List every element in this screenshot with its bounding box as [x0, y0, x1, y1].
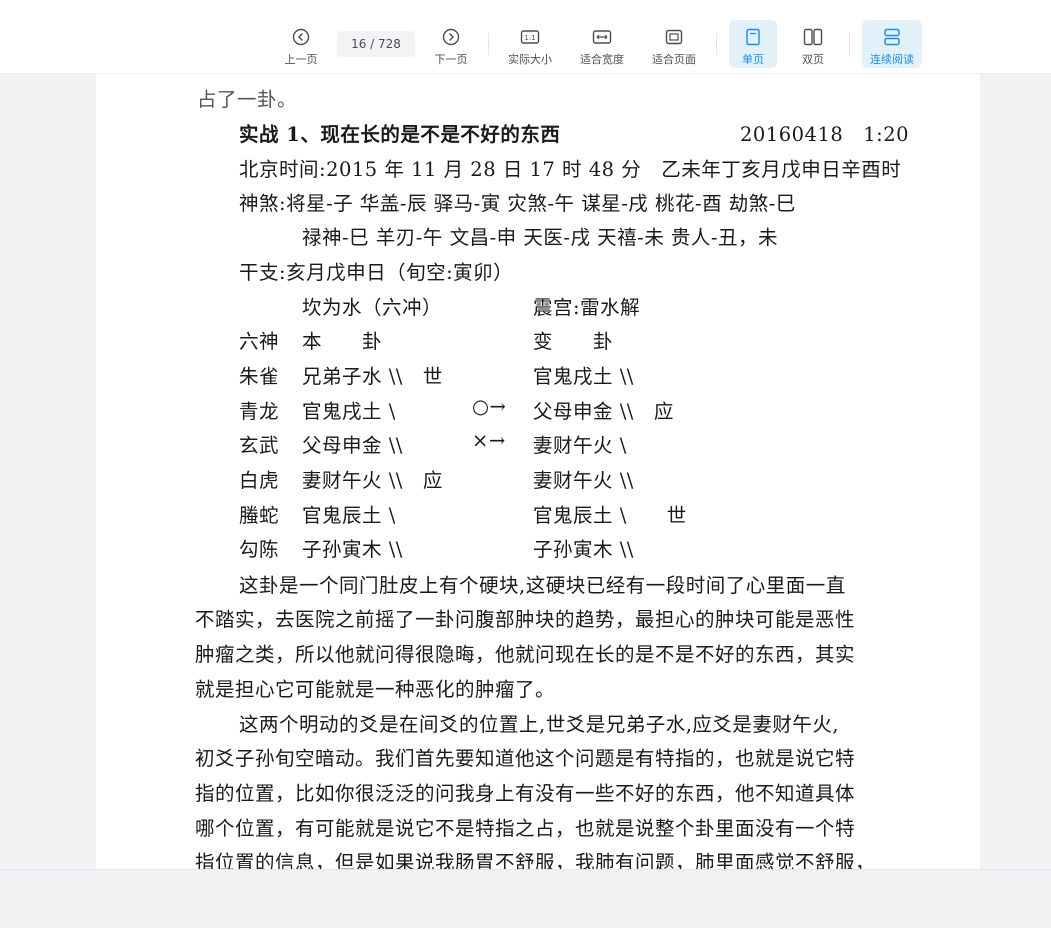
page-indicator-text: 16 / 728	[351, 37, 401, 51]
double-page-button[interactable]: 双页	[789, 20, 837, 68]
fit-width-label: 适合宽度	[580, 53, 624, 66]
column-header: 本 卦	[302, 330, 383, 353]
single-page-button[interactable]: 单页	[729, 20, 777, 68]
table-cell: 兄弟子水 \\ 世	[302, 365, 443, 388]
gua-title-right: 震宫:雷水解	[533, 296, 641, 319]
paragraph-line: 就是担心它可能就是一种恶化的肿瘤了。	[195, 678, 556, 701]
fit-width-icon	[592, 27, 612, 47]
chevron-right-icon	[441, 27, 461, 47]
table-cell: 妻财午火 \	[533, 434, 627, 457]
reader-toolbar: 上一页 16 / 728 下一页 1:1 实际大小 适合宽度 适合页面 单页 双…	[0, 0, 1051, 74]
table-cell: ○→	[472, 395, 507, 418]
page-number-input[interactable]: 16 / 728	[337, 31, 415, 57]
table-cell: 妻财午火 \\ 应	[302, 469, 443, 492]
double-page-label: 双页	[802, 53, 824, 66]
single-page-label: 单页	[742, 53, 764, 66]
table-cell: 玄武	[239, 434, 280, 457]
paragraph-line: 指位置的信息，但是如果说我肠胃不舒服，我肺有问题，肺里面感觉不舒服，	[195, 851, 876, 869]
table-cell: 子孙寅木 \\	[302, 538, 403, 561]
table-cell: 勾陈	[239, 538, 280, 561]
table-cell: 白虎	[239, 469, 280, 492]
text-line: 神煞:将星-子 华盖-辰 驿马-寅 灾煞-午 谋星-戌 桃花-酉 劫煞-巳	[239, 192, 796, 215]
chevron-left-icon	[291, 27, 311, 47]
column-header: 变 卦	[533, 330, 614, 353]
paragraph-line: 这卦是一个同门肚皮上有个硬块,这硬块已经有一段时间了心里面一直	[239, 574, 846, 597]
text-line: 禄神-巳 羊刃-午 文昌-申 天医-戌 天禧-未 贵人-丑，未	[302, 226, 779, 249]
document-page: 占了一卦。 实战 1、现在长的是不是不好的东西 20160418 1:20 北京…	[96, 73, 980, 869]
fit-width-button[interactable]: 适合宽度	[574, 20, 630, 68]
table-cell: 子孙寅木 \\	[533, 538, 634, 561]
gua-title-left: 坎为水（六冲）	[302, 296, 443, 319]
next-page-label: 下一页	[434, 53, 468, 66]
actual-size-button[interactable]: 1:1 实际大小	[502, 20, 558, 68]
table-cell: 螣蛇	[239, 504, 280, 527]
continuous-reading-label: 连续阅读	[870, 53, 914, 66]
table-cell: 官鬼辰土 \ 世	[533, 504, 687, 527]
table-cell: 官鬼戌土 \	[302, 400, 396, 423]
toolbar-divider	[849, 33, 850, 55]
text-line: 北京时间:2015 年 11 月 28 日 17 时 48 分 乙未年丁亥月戊申…	[239, 158, 902, 181]
table-cell: ×→	[472, 429, 506, 452]
paragraph-line: 初爻子孙旬空暗动。我们首先要知道他这个问题是有特指的，也就是说它特	[195, 747, 856, 770]
paragraph-line: 这两个明动的爻是在间爻的位置上,世爻是兄弟子水,应爻是妻财午火,	[239, 713, 840, 736]
table-cell: 青龙	[239, 400, 280, 423]
paragraph-line: 不踏实，去医院之前摇了一卦问腹部肿块的趋势，最担心的肿块可能是恶性	[195, 608, 856, 631]
actual-size-icon: 1:1	[520, 27, 540, 47]
svg-text:1:1: 1:1	[524, 34, 535, 42]
text-line: 占了一卦。	[197, 88, 298, 111]
paragraph-line: 指的位置，比如你很泛泛的问我身上有没有一些不好的东西，他不知道具体	[195, 782, 856, 805]
continuous-reading-button[interactable]: 连续阅读	[862, 20, 922, 68]
single-page-icon	[743, 27, 763, 47]
heading-date: 20160418 1:20	[740, 123, 910, 146]
fit-page-icon	[664, 27, 684, 47]
table-cell: 妻财午火 \\	[533, 469, 634, 492]
fit-page-label: 适合页面	[652, 53, 696, 66]
toolbar-divider	[716, 33, 717, 55]
actual-size-label: 实际大小	[508, 53, 552, 66]
toolbar-divider	[488, 33, 489, 55]
viewer-bottom-area	[0, 869, 1051, 928]
table-cell: 朱雀	[239, 365, 280, 388]
prev-page-label: 上一页	[284, 53, 318, 66]
next-page-button[interactable]: 下一页	[428, 20, 474, 68]
section-heading: 实战 1、现在长的是不是不好的东西	[239, 123, 561, 146]
table-cell: 父母申金 \\	[302, 434, 403, 457]
table-cell: 官鬼辰土 \	[302, 504, 396, 527]
prev-page-button[interactable]: 上一页	[278, 20, 324, 68]
paragraph-line: 哪个位置，有可能就是说它不是特指之占，也就是说整个卦里面没有一个特	[195, 817, 856, 840]
fit-page-button[interactable]: 适合页面	[646, 20, 702, 68]
continuous-reading-icon	[882, 27, 902, 47]
double-page-icon	[803, 27, 823, 47]
table-cell: 父母申金 \\ 应	[533, 400, 674, 423]
paragraph-line: 肿瘤之类，所以他就问得很隐晦，他就问现在长的是不是不好的东西，其实	[195, 643, 856, 666]
column-header: 六神	[239, 330, 280, 353]
table-cell: 官鬼戌土 \\	[533, 365, 634, 388]
text-line: 干支:亥月戊申日（旬空:寅卯）	[239, 261, 514, 284]
